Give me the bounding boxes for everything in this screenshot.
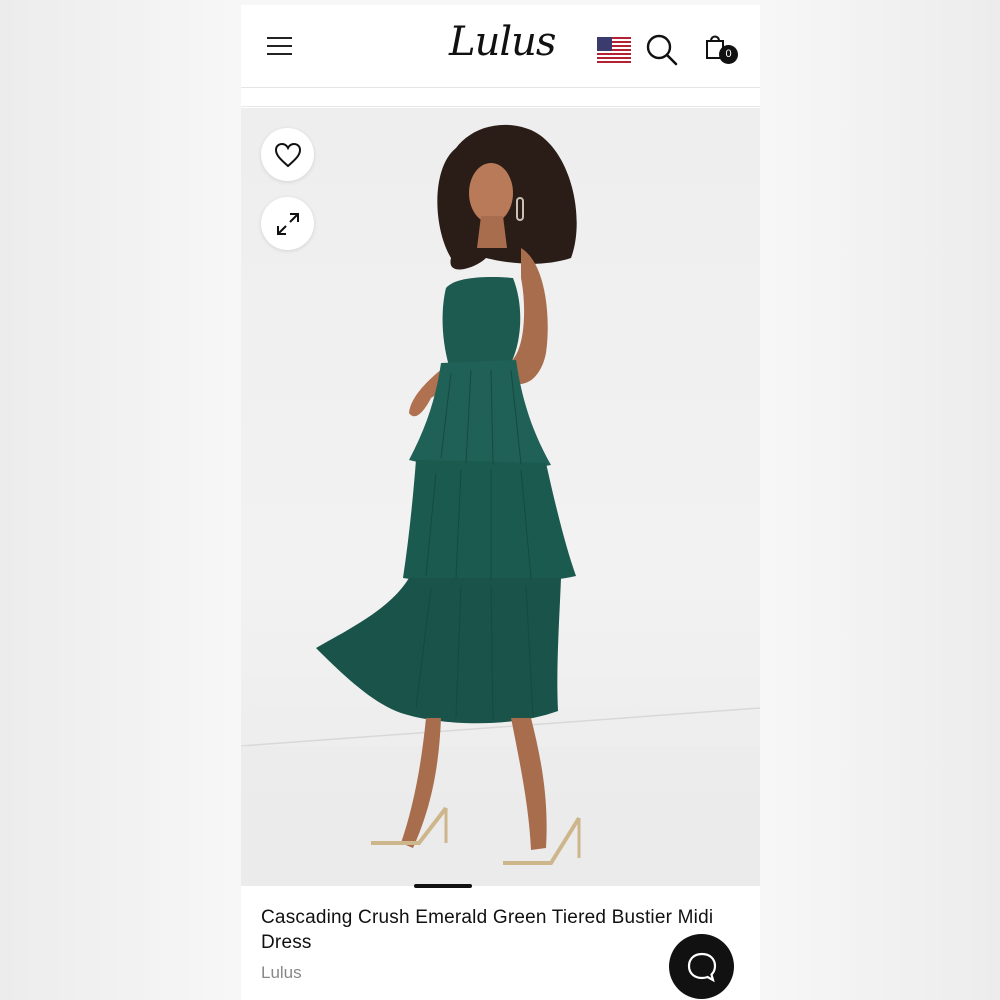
expand-icon (276, 212, 299, 235)
hamburger-menu-icon[interactable] (267, 37, 293, 57)
model-in-dress-illustration (241, 124, 760, 886)
cart-count-badge: 0 (719, 45, 738, 64)
search-icon[interactable] (645, 33, 679, 67)
carousel-indicator[interactable] (414, 884, 472, 888)
expand-image-button[interactable] (261, 197, 314, 250)
heart-icon (274, 142, 301, 167)
chat-bubble-icon (687, 952, 716, 982)
product-image[interactable] (241, 108, 760, 886)
product-brand[interactable]: Lulus (261, 963, 302, 983)
mobile-page: Lulus 0 Cascading Crush Emerald Green Ti… (241, 5, 760, 1000)
site-header: Lulus 0 (241, 5, 760, 88)
header-divider (241, 88, 760, 107)
site-logo[interactable]: Lulus (449, 19, 556, 65)
us-flag-icon[interactable] (597, 37, 631, 63)
product-title: Cascading Crush Emerald Green Tiered Bus… (261, 907, 714, 953)
chat-button[interactable] (669, 934, 734, 999)
wishlist-heart-button[interactable] (261, 128, 314, 181)
